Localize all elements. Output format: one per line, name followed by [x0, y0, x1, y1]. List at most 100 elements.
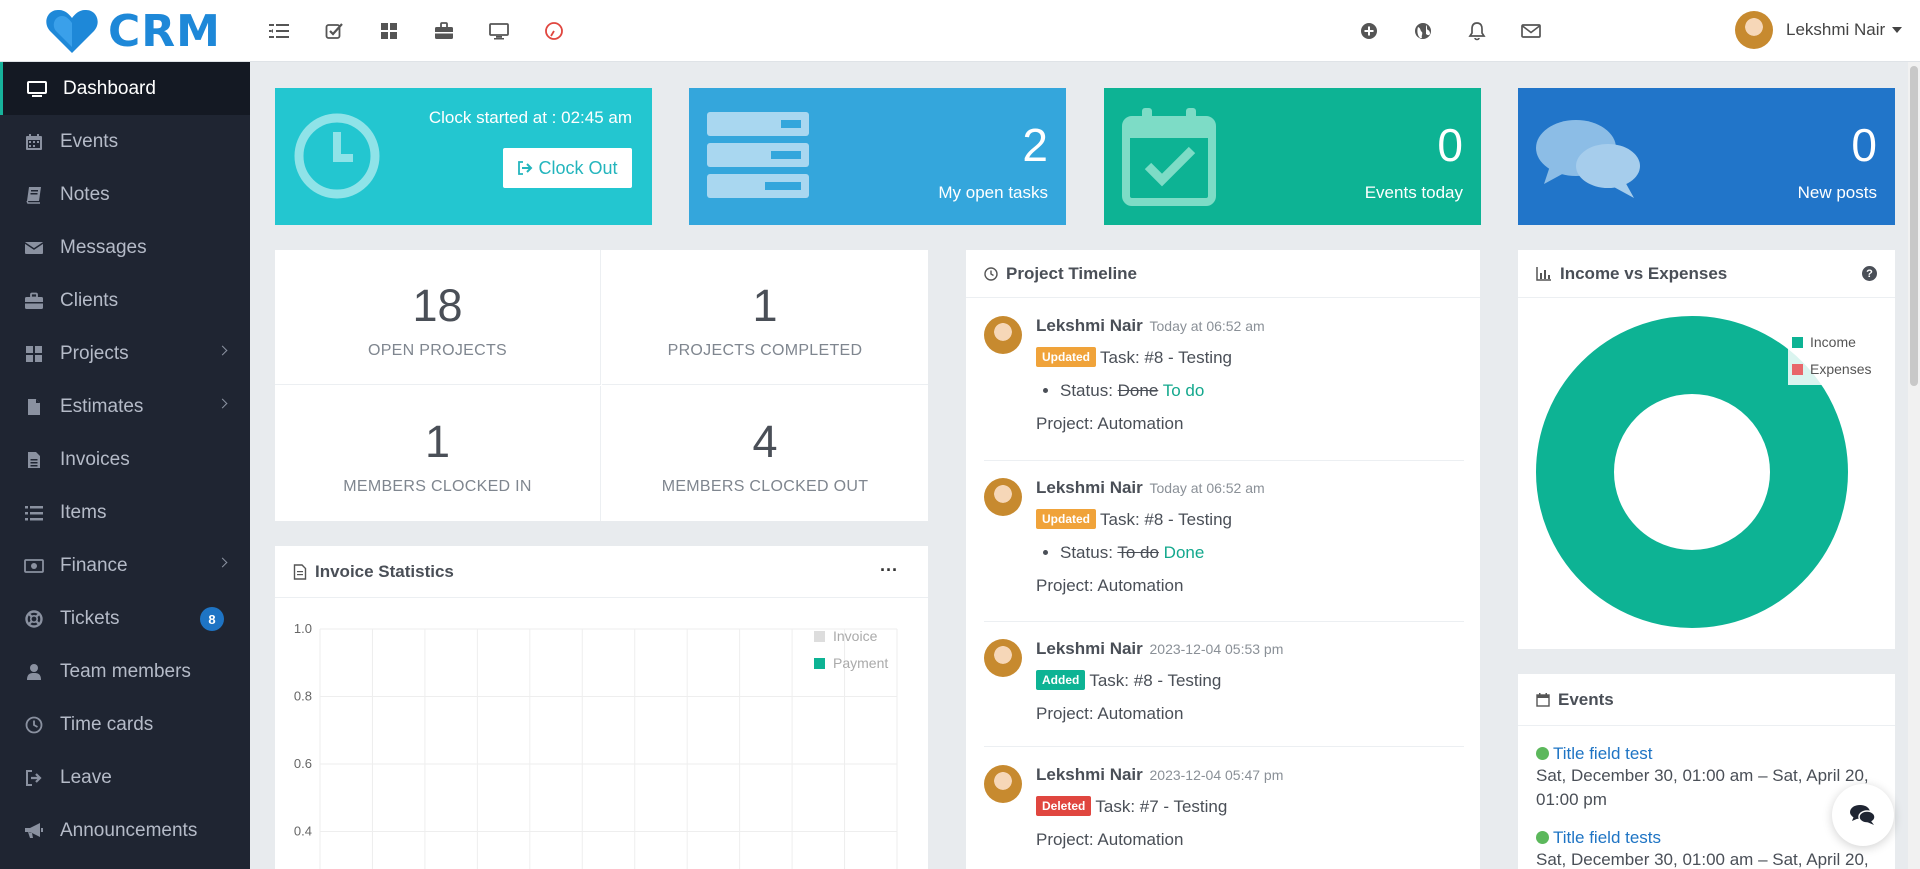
clock-out-label: Clock Out — [538, 157, 618, 178]
timeline-user-name[interactable]: Lekshmi Nair — [1036, 316, 1143, 335]
monitor-icon — [27, 79, 47, 99]
chat-button[interactable] — [1832, 784, 1894, 846]
event-item[interactable]: Title field test Sat, December 30, 01:00… — [1536, 744, 1877, 812]
invoice-chart: 1.0 0.8 0.6 0.4 Invoice Payment — [294, 621, 898, 869]
timeline-user-name[interactable]: Lekshmi Nair — [1036, 478, 1143, 497]
help-icon[interactable]: ? — [1862, 266, 1877, 281]
checklist-icon[interactable] — [321, 18, 347, 44]
sidebar-item-label: Leave — [60, 766, 112, 788]
sidebar-item-notes[interactable]: Notes — [0, 168, 250, 221]
avatar — [1735, 11, 1773, 49]
sidebar-item-invoices[interactable]: Invoices — [0, 433, 250, 486]
event-title[interactable]: Title field tests — [1553, 828, 1661, 847]
timeline-time: Today at 06:52 am — [1149, 480, 1265, 496]
timeline-task[interactable]: Task: #7 - Testing — [1095, 797, 1227, 816]
status-badge: Updated — [1036, 509, 1096, 529]
stat-value: 4 — [752, 416, 778, 467]
sidebar-item-messages[interactable]: Messages — [0, 221, 250, 274]
legend-expenses: Expenses — [1792, 356, 1871, 383]
globe-icon[interactable] — [1410, 18, 1436, 44]
user-menu[interactable]: Lekshmi Nair — [1735, 11, 1903, 49]
file-text-icon — [24, 450, 44, 470]
panel-header: Income vs Expenses ? — [1518, 250, 1895, 298]
tickets-count-badge: 8 — [200, 607, 224, 631]
sidebar-item-events[interactable]: Events — [0, 115, 250, 168]
project-timeline-panel: Project Timeline Lekshmi Nair Today at 0… — [966, 250, 1480, 869]
timeline-time: 2023-12-04 05:53 pm — [1149, 641, 1284, 657]
sidebar-toggle-icon[interactable] — [266, 18, 292, 44]
timeline-task[interactable]: Task: #8 - Testing — [1089, 671, 1221, 690]
sidebar-item-clients[interactable]: Clients — [0, 274, 250, 327]
events-today-count: 0 — [1437, 119, 1463, 171]
timeline-project: Project: Automation — [1036, 704, 1184, 723]
timeline-user-name[interactable]: Lekshmi Nair — [1036, 639, 1143, 658]
sidebar-item-dashboard[interactable]: Dashboard — [0, 62, 250, 115]
grid-icon[interactable] — [376, 18, 402, 44]
sidebar-item-announcements[interactable]: Announcements — [0, 804, 250, 857]
open-tasks-widget[interactable]: 2 My open tasks — [689, 88, 1066, 225]
sidebar-item-label: Time cards — [60, 713, 154, 735]
stat-label: MEMBERS CLOCKED IN — [343, 478, 532, 495]
status-badge: Added — [1036, 670, 1086, 690]
new-posts-count: 0 — [1851, 119, 1877, 171]
sidebar-item-label: Projects — [60, 342, 129, 364]
chevron-right-icon — [217, 398, 228, 409]
events-today-widget[interactable]: 0 Events today — [1104, 88, 1481, 225]
heart-logo-icon — [46, 9, 98, 53]
old-status: To do — [1117, 543, 1159, 562]
calendar-icon — [24, 132, 44, 152]
clock-icon — [294, 113, 380, 199]
bell-icon[interactable] — [1464, 18, 1490, 44]
event-item[interactable]: Title field tests Sat, December 30, 01:0… — [1536, 828, 1877, 869]
sidebar-item-time-cards[interactable]: Time cards — [0, 698, 250, 751]
chart-legend: Income Expenses — [1788, 327, 1876, 385]
stat-open-projects[interactable]: 18 OPEN PROJECTS — [275, 250, 601, 385]
avatar — [984, 316, 1022, 354]
income-slice — [1536, 316, 1848, 628]
envelope-icon[interactable] — [1518, 18, 1544, 44]
plus-circle-icon[interactable] — [1356, 18, 1382, 44]
y-tick-label: 0.8 — [294, 689, 312, 704]
stat-value: 1 — [752, 280, 778, 331]
sidebar-item-items[interactable]: Items — [0, 486, 250, 539]
sidebar-item-tickets[interactable]: Tickets 8 — [0, 592, 250, 645]
stat-projects-completed[interactable]: 1 PROJECTS COMPLETED — [602, 250, 928, 385]
brand-logo[interactable]: CRM — [0, 0, 250, 62]
timeline-user-name[interactable]: Lekshmi Nair — [1036, 765, 1143, 784]
event-date: Sat, December 30, 01:00 am – Sat, April … — [1536, 766, 1869, 809]
new-status: To do — [1162, 381, 1205, 400]
briefcase-icon[interactable] — [431, 18, 457, 44]
avatar — [984, 765, 1022, 803]
events-panel: Events Title field test Sat, December 30… — [1518, 674, 1895, 869]
panel-title: Invoice Statistics — [315, 561, 454, 581]
event-title[interactable]: Title field test — [1553, 744, 1653, 763]
avatar — [984, 478, 1022, 516]
top-navbar: CRM Lekshmi Nair — [0, 0, 1920, 62]
clock-out-button[interactable]: Clock Out — [503, 148, 632, 188]
timeline-task[interactable]: Task: #8 - Testing — [1100, 348, 1232, 367]
timeline-time: 2023-12-04 05:47 pm — [1149, 767, 1284, 783]
list-icon — [24, 503, 44, 523]
bar-chart-icon — [1536, 266, 1552, 281]
scrollbar-thumb[interactable] — [1910, 66, 1918, 386]
status-badge: Deleted — [1036, 796, 1092, 816]
clock-timer-icon[interactable] — [541, 18, 567, 44]
timeline-status-change: Status: Done To do — [1060, 381, 1464, 401]
legend-label: Expenses — [1810, 361, 1872, 377]
page-scrollbar[interactable] — [1908, 62, 1920, 869]
sidebar-item-team-members[interactable]: Team members — [0, 645, 250, 698]
sidebar-item-finance[interactable]: Finance — [0, 539, 250, 592]
file-icon — [24, 397, 44, 417]
stat-members-clocked-out[interactable]: 4 MEMBERS CLOCKED OUT — [602, 386, 928, 521]
more-options-icon[interactable]: ··· — [880, 560, 898, 581]
sidebar-item-estimates[interactable]: Estimates — [0, 380, 250, 433]
stat-members-clocked-in[interactable]: 1 MEMBERS CLOCKED IN — [275, 386, 601, 521]
user-name: Lekshmi Nair — [1786, 20, 1886, 39]
sidebar-item-leave[interactable]: Leave — [0, 751, 250, 804]
new-posts-widget[interactable]: 0 New posts — [1518, 88, 1895, 225]
sidebar-item-projects[interactable]: Projects — [0, 327, 250, 380]
timeline-task[interactable]: Task: #8 - Testing — [1100, 510, 1232, 529]
monitor-icon[interactable] — [486, 18, 512, 44]
y-tick-label: 0.6 — [294, 756, 312, 771]
project-stats-panel: 18 OPEN PROJECTS 1 PROJECTS COMPLETED 1 … — [275, 250, 928, 521]
